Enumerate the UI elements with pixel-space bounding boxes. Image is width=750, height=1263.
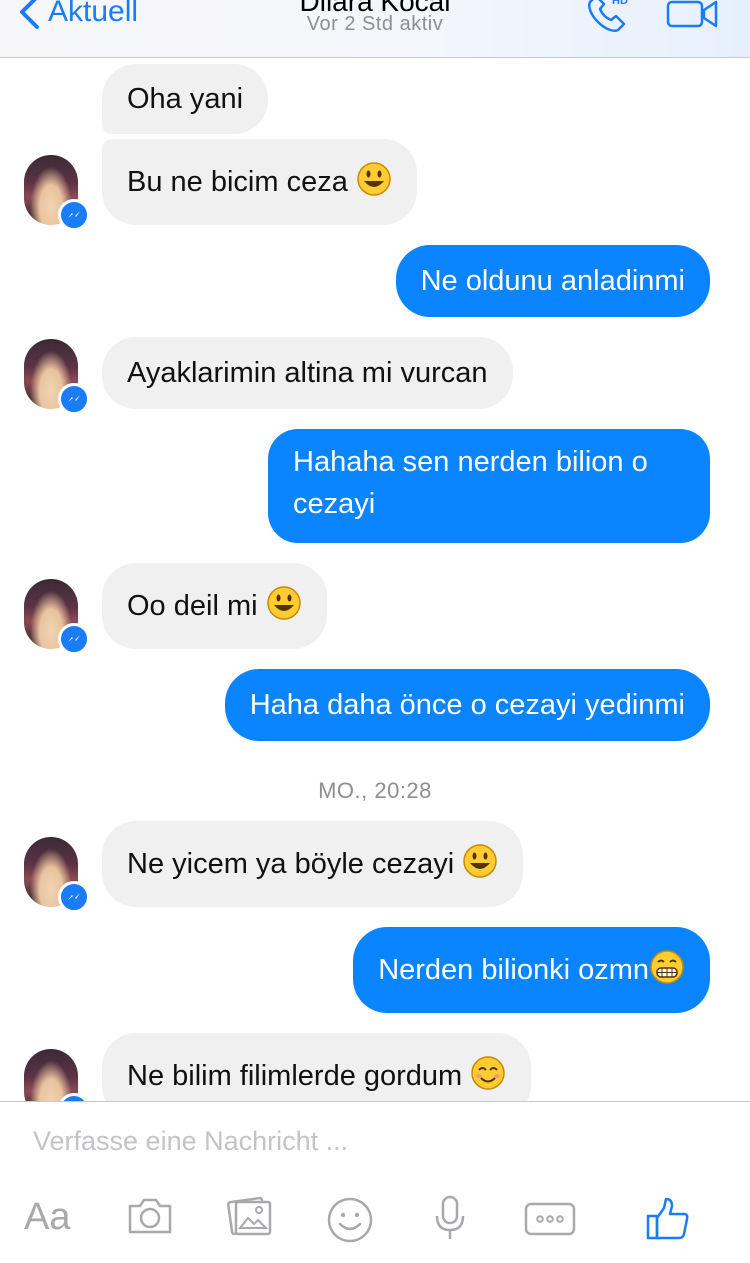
contact-avatar[interactable] <box>24 155 90 231</box>
grin-emoji-icon <box>650 950 684 984</box>
incoming-message[interactable]: Ne bilim filimlerde gordum <box>102 1033 532 1101</box>
emoji-icon[interactable] <box>326 1196 374 1244</box>
incoming-message[interactable]: Bu ne bicim ceza <box>102 139 417 225</box>
messenger-badge-icon <box>58 383 90 415</box>
contact-avatar[interactable] <box>24 837 90 913</box>
like-icon[interactable] <box>644 1196 692 1244</box>
microphone-icon[interactable] <box>432 1194 468 1242</box>
contact-avatar[interactable] <box>24 1049 90 1101</box>
outgoing-message[interactable]: Haha daha önce o cezayi yedinmi <box>224 669 710 741</box>
phone-call-icon[interactable]: HD <box>584 0 632 38</box>
gallery-icon[interactable] <box>226 1194 274 1238</box>
more-icon[interactable] <box>524 1202 576 1236</box>
text-format-button[interactable]: Aa <box>24 1196 70 1239</box>
message-composer: Verfasse eine Nachricht ... Aa <box>0 1101 750 1263</box>
messenger-badge-icon <box>58 199 90 231</box>
smiley-emoji-icon <box>463 844 497 878</box>
video-call-icon[interactable] <box>666 0 720 34</box>
messenger-badge-icon <box>58 623 90 655</box>
active-status: Vor 2 Std aktiv <box>306 13 444 35</box>
contact-avatar[interactable] <box>24 579 90 655</box>
smiley-emoji-icon <box>357 162 391 196</box>
message-list[interactable]: Oha yani Bu ne bicim ceza Ne oldunu anla… <box>0 58 750 1101</box>
outgoing-message[interactable]: Hahaha sen nerden bilion o cezayi <box>268 429 710 543</box>
message-input[interactable]: Verfasse eine Nachricht ... <box>33 1126 348 1157</box>
incoming-message[interactable]: Ayaklarimin altina mi vurcan <box>102 337 513 409</box>
incoming-message[interactable]: Ne yicem ya böyle cezayi <box>102 821 524 907</box>
outgoing-message[interactable]: Ne oldunu anladinmi <box>395 245 710 317</box>
conversation-header: Aktuell Dilara Kocal Vor 2 Std aktiv HD <box>0 0 750 58</box>
message-timestamp: MO., 20:28 <box>318 778 432 803</box>
messenger-badge-icon <box>58 881 90 913</box>
smiley-emoji-icon <box>266 586 301 620</box>
camera-icon[interactable] <box>126 1196 174 1236</box>
hd-badge: HD <box>612 0 628 7</box>
incoming-message[interactable]: Oha yani <box>102 64 269 134</box>
incoming-message[interactable]: Oo deil mi <box>102 563 327 649</box>
message-line: cezayi <box>293 488 376 520</box>
message-line: Hahaha sen nerden bilion o <box>293 446 648 478</box>
contact-avatar[interactable] <box>24 339 90 415</box>
blush-emoji-icon <box>471 1056 505 1090</box>
outgoing-message[interactable]: Nerden bilionki ozmn <box>353 927 710 1013</box>
